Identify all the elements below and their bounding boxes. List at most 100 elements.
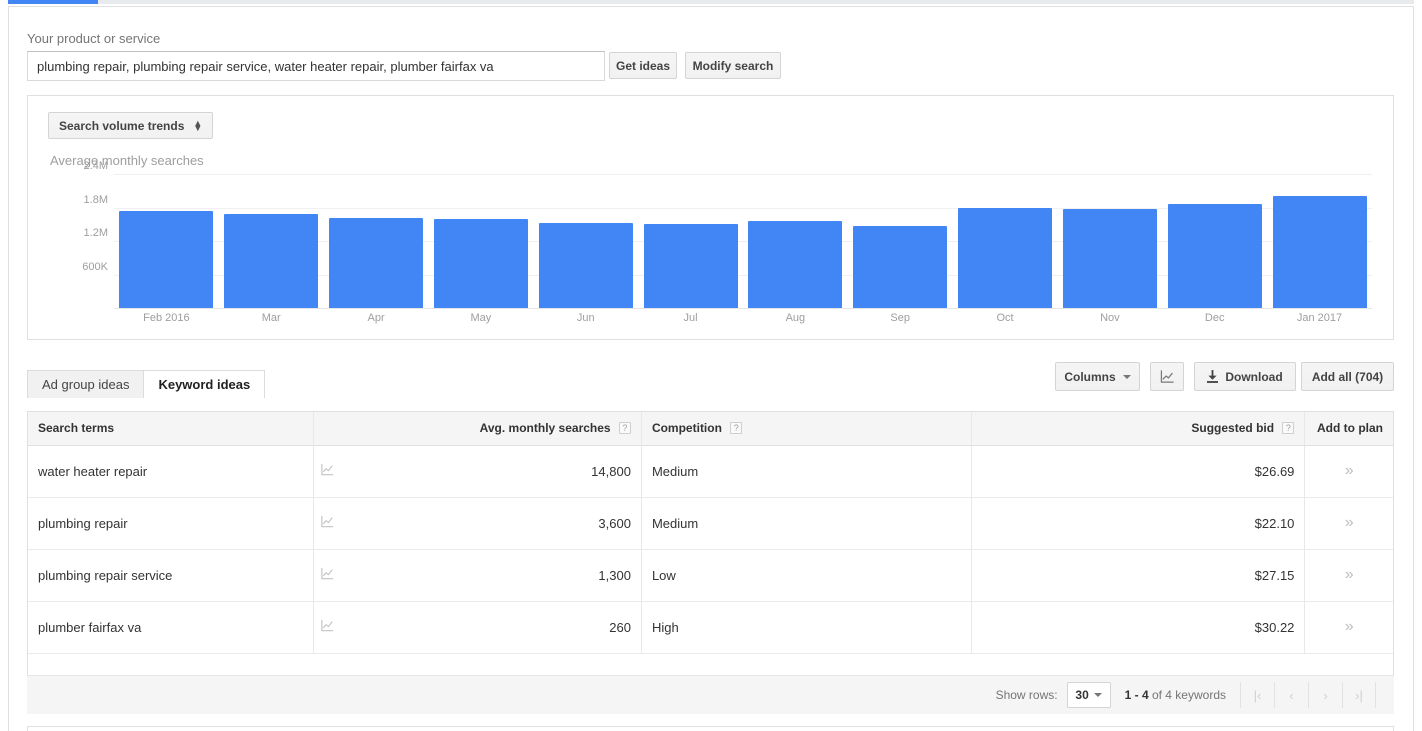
tab-keyword-ideas[interactable]: Keyword ideas xyxy=(143,370,265,398)
chart-bar-slot xyxy=(1057,174,1162,308)
cell-competition: Low xyxy=(641,549,971,601)
header-suggested-bid-label: Suggested bid xyxy=(1191,421,1274,435)
y-axis-tick-label: 1.2M xyxy=(48,227,108,239)
header-avg-monthly-searches[interactable]: Avg. monthly searches ? xyxy=(341,412,641,445)
pagination-range-current: 1 - 4 xyxy=(1125,688,1149,702)
x-axis-tick-label: Jun xyxy=(533,312,638,324)
header-suggested-bid[interactable]: Suggested bid ? xyxy=(972,412,1305,445)
chart-bars xyxy=(114,174,1372,308)
y-axis-tick-label: 1.8M xyxy=(48,194,108,206)
keyword-ideas-table-wrap: Search terms Avg. monthly searches ? Com… xyxy=(27,411,1394,714)
cell-search-term[interactable]: plumbing repair service xyxy=(28,549,313,601)
search-input[interactable] xyxy=(27,51,605,81)
add-to-plan-button[interactable]: » xyxy=(1305,549,1393,601)
x-axis-tick-label: Dec xyxy=(1162,312,1267,324)
idea-tabs: Ad group ideasKeyword ideas xyxy=(27,369,265,398)
header-add-to-plan: Add to plan xyxy=(1305,412,1393,445)
chart-bar[interactable] xyxy=(434,219,528,308)
chart-bar[interactable] xyxy=(1273,196,1367,308)
prev-page-button[interactable]: ‹ xyxy=(1274,682,1308,708)
columns-button[interactable]: Columns xyxy=(1055,362,1140,391)
cell-suggested-bid: $22.10 xyxy=(972,497,1305,549)
chart-bar-slot xyxy=(114,174,219,308)
show-rows-label: Show rows: xyxy=(996,688,1058,702)
rows-per-page-select[interactable]: 30 xyxy=(1067,682,1111,708)
line-chart-icon xyxy=(1160,369,1175,384)
chart-view-selector[interactable]: Search volume trends ▲▼ xyxy=(48,112,213,139)
chart-bar[interactable] xyxy=(539,223,633,308)
chart-bar[interactable] xyxy=(958,208,1052,309)
header-avg-monthly-searches-label: Avg. monthly searches xyxy=(480,421,611,435)
chart-bar-slot xyxy=(848,174,953,308)
chart-bar[interactable] xyxy=(1168,204,1262,308)
pagination-range-total: of 4 keywords xyxy=(1149,688,1226,702)
trend-chart-icon[interactable] xyxy=(320,566,335,581)
download-icon xyxy=(1207,370,1218,383)
x-axis-tick-label: Mar xyxy=(219,312,324,324)
chart-bar[interactable] xyxy=(748,221,842,308)
help-icon-avg-monthly-searches[interactable]: ? xyxy=(619,422,631,434)
header-search-terms[interactable]: Search terms xyxy=(28,412,313,445)
header-search-terms-label: Search terms xyxy=(38,421,114,435)
cell-trend-icon[interactable] xyxy=(313,445,341,497)
header-add-to-plan-label: Add to plan xyxy=(1317,421,1383,435)
cell-suggested-bid: $27.15 xyxy=(972,549,1305,601)
table-row[interactable]: water heater repair14,800Medium$26.69» xyxy=(28,445,1393,497)
trend-chart-icon[interactable] xyxy=(320,462,335,477)
cell-avg-monthly-searches: 3,600 xyxy=(341,497,641,549)
add-all-button[interactable]: Add all (704) xyxy=(1301,362,1394,391)
help-icon-suggested-bid[interactable]: ? xyxy=(1282,422,1294,434)
chart-toggle-button[interactable] xyxy=(1150,362,1184,391)
next-panel-partial xyxy=(27,726,1394,731)
y-axis-tick-label: 600K xyxy=(48,261,108,273)
add-to-plan-button[interactable]: » xyxy=(1305,601,1393,653)
x-axis-tick-label: Sep xyxy=(848,312,953,324)
modify-search-button[interactable]: Modify search xyxy=(685,52,781,79)
help-icon-competition[interactable]: ? xyxy=(730,422,742,434)
chart-bar-slot xyxy=(324,174,429,308)
x-axis-tick-label: May xyxy=(428,312,533,324)
x-axis-tick-label: Nov xyxy=(1057,312,1162,324)
cell-search-term[interactable]: water heater repair xyxy=(28,445,313,497)
get-ideas-button[interactable]: Get ideas xyxy=(609,52,677,79)
x-axis-tick-label: Oct xyxy=(953,312,1058,324)
x-axis-tick-label: Feb 2016 xyxy=(114,312,219,324)
last-page-button[interactable]: ›| xyxy=(1342,682,1376,708)
sort-updown-icon: ▲▼ xyxy=(193,121,202,131)
first-page-button[interactable]: |‹ xyxy=(1240,682,1274,708)
chevron-down-icon xyxy=(1123,375,1131,379)
cell-competition: Medium xyxy=(641,445,971,497)
keyword-ideas-table: Search terms Avg. monthly searches ? Com… xyxy=(28,412,1393,654)
add-to-plan-button[interactable]: » xyxy=(1305,445,1393,497)
table-row[interactable]: plumbing repair service1,300Low$27.15» xyxy=(28,549,1393,601)
cell-search-term[interactable]: plumbing repair xyxy=(28,497,313,549)
trend-chart-icon[interactable] xyxy=(320,514,335,529)
table-row[interactable]: plumbing repair 3,600Medium$22.10» xyxy=(28,497,1393,549)
header-divider xyxy=(8,6,1414,7)
cell-competition: Medium xyxy=(641,497,971,549)
modify-search-label: Modify search xyxy=(693,59,774,73)
cell-search-term[interactable]: plumber fairfax va xyxy=(28,601,313,653)
table-row[interactable]: plumber fairfax va260High$30.22» xyxy=(28,601,1393,653)
y-axis-tick-label: 2.4M xyxy=(48,160,108,172)
cell-trend-icon[interactable] xyxy=(313,601,341,653)
chart-bar[interactable] xyxy=(853,226,947,308)
pagination-range: 1 - 4 of 4 keywords xyxy=(1125,688,1226,702)
chart-bar[interactable] xyxy=(1063,209,1157,308)
chart-bar-slot xyxy=(953,174,1058,308)
chart-bar[interactable] xyxy=(119,211,213,308)
header-competition[interactable]: Competition ? xyxy=(641,412,971,445)
keyword-planner-page: Your product or service Get ideas Modify… xyxy=(0,0,1422,731)
tab-ad-group-ideas[interactable]: Ad group ideas xyxy=(27,370,144,398)
chart-bar[interactable] xyxy=(644,224,738,308)
header-competition-label: Competition xyxy=(652,421,722,435)
download-button[interactable]: Download xyxy=(1194,362,1296,391)
trend-chart-icon[interactable] xyxy=(320,618,335,633)
chart-bar[interactable] xyxy=(329,218,423,308)
cell-suggested-bid: $30.22 xyxy=(972,601,1305,653)
chart-bar[interactable] xyxy=(224,214,318,308)
cell-trend-icon[interactable] xyxy=(313,497,341,549)
next-page-button[interactable]: › xyxy=(1308,682,1342,708)
cell-trend-icon[interactable] xyxy=(313,549,341,601)
add-to-plan-button[interactable]: » xyxy=(1305,497,1393,549)
